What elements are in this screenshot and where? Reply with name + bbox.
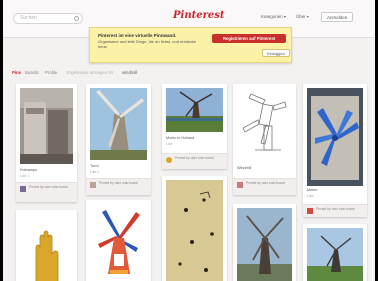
pin-description: Windmill xyxy=(237,166,252,170)
avatar[interactable] xyxy=(90,182,96,188)
pin-card[interactable]: Turm Like 1 Pinned by user onto board xyxy=(86,84,151,195)
signup-button[interactable]: Registrieren auf Pinterest xyxy=(212,34,286,43)
pin-attribution-text: Pinned by user onto board xyxy=(175,156,214,160)
page: Suchen Pinterest Kategorien Über Anmelde… xyxy=(3,0,375,281)
avatar[interactable] xyxy=(166,157,172,163)
pin-description: Turm xyxy=(90,164,99,168)
pin-card[interactable]: Molen Like Pinned by user onto board xyxy=(303,84,367,217)
pin-card[interactable]: Windmill Pinned by user onto board xyxy=(233,84,296,195)
login-button[interactable]: Anmelden xyxy=(321,12,354,22)
pin-attribution: Pinned by user onto board xyxy=(16,182,77,202)
pin-image[interactable] xyxy=(90,204,147,281)
pin-attribution-text: Pinned by user onto board xyxy=(99,181,138,185)
pin-attribution-text: Pinned by user onto board xyxy=(316,207,355,211)
pin-attribution: Pinned by user onto board xyxy=(233,178,296,195)
avatar[interactable] xyxy=(20,186,26,192)
avatar[interactable] xyxy=(307,208,313,214)
pin-card[interactable] xyxy=(86,200,151,281)
pin-image[interactable] xyxy=(20,214,73,281)
filter-profiles[interactable]: Profile xyxy=(45,70,57,75)
pin-image[interactable] xyxy=(307,88,363,186)
pin-description: Kolmanpo xyxy=(20,168,38,172)
pin-attribution: Pinned by user onto board xyxy=(303,204,367,217)
search-placeholder: Suchen xyxy=(20,15,37,21)
pin-description: Molen xyxy=(307,188,318,192)
pin-attribution-text: Pinned by user onto board xyxy=(29,185,68,189)
pin-image[interactable] xyxy=(20,88,73,164)
pinterest-logo[interactable]: Pinterest xyxy=(173,10,224,21)
signup-banner: Pinterest ist eine virtuelle Pinnwand. O… xyxy=(89,27,292,63)
pin-image[interactable] xyxy=(237,88,292,162)
pin-attribution: Pinned by user onto board xyxy=(86,178,151,195)
nav-about[interactable]: Über xyxy=(296,14,309,19)
pin-image[interactable] xyxy=(237,208,292,281)
results-note: Ergebnisse anzeigen für xyxy=(67,70,114,75)
filter-boards[interactable]: Boards xyxy=(25,70,39,75)
pin-attribution: Pinned by user onto board xyxy=(162,153,227,169)
nav-categories[interactable]: Kategorien xyxy=(261,14,286,19)
search-input[interactable]: Suchen xyxy=(13,13,83,24)
filter-pins[interactable]: Pins xyxy=(12,70,21,75)
pin-stats: Like 1 xyxy=(20,174,30,178)
banner-title: Pinterest ist eine virtuelle Pinnwand. xyxy=(98,33,177,38)
pin-stats: Like 1 xyxy=(90,170,100,174)
pin-card[interactable] xyxy=(233,204,296,281)
pin-description: Molen in Holland xyxy=(166,136,195,140)
pin-stats: Like xyxy=(166,142,173,146)
pin-card[interactable]: Molen in Holland Like Pinned by user ont… xyxy=(162,84,227,169)
pin-image[interactable] xyxy=(307,228,363,281)
pin-attribution-text: Pinned by user onto board xyxy=(246,181,285,185)
pin-image[interactable] xyxy=(166,180,223,281)
avatar[interactable] xyxy=(237,182,243,188)
pin-image[interactable] xyxy=(90,88,147,160)
pin-stats: Like xyxy=(307,194,314,198)
pin-image[interactable] xyxy=(166,88,223,132)
pin-card[interactable]: Kolmanpo Like 1 Pinned by user onto boar… xyxy=(16,84,77,202)
search-query: windmill xyxy=(122,70,138,75)
search-icon xyxy=(74,16,79,21)
pin-card[interactable] xyxy=(162,176,227,281)
banner-text: Organisiere und teile Dinge, die du lieb… xyxy=(98,39,197,49)
login-link-button[interactable]: Einloggen xyxy=(262,49,290,57)
pin-card[interactable] xyxy=(303,224,367,281)
pin-card[interactable] xyxy=(16,210,77,281)
